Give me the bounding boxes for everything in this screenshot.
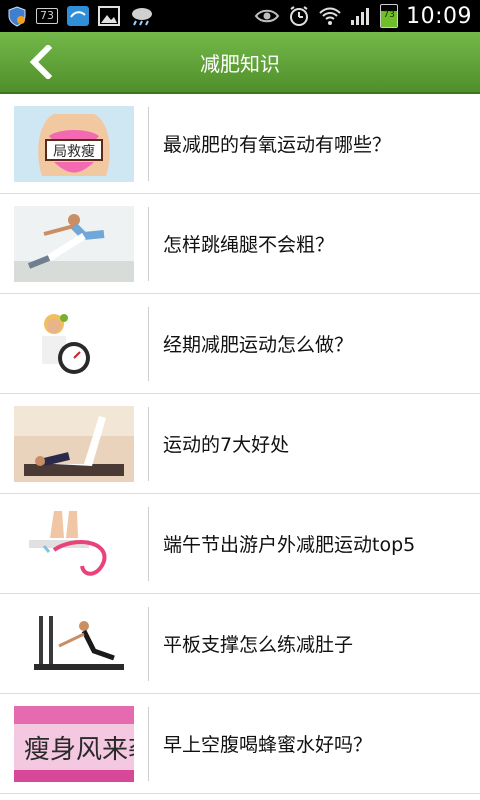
list-item[interactable]: 运动的7大好处 xyxy=(0,394,480,494)
weather-icon xyxy=(128,5,156,27)
item-divider xyxy=(148,306,149,381)
back-button[interactable] xyxy=(20,42,60,82)
eye-icon xyxy=(254,7,280,25)
battery-level: 73 xyxy=(383,10,395,20)
thumbnail-caption: 局救瘦 xyxy=(53,143,95,160)
item-divider xyxy=(148,106,149,181)
list-item-label: 最减肥的有氧运动有哪些？ xyxy=(163,134,392,156)
image-icon xyxy=(98,6,120,26)
thumbnail-image xyxy=(14,505,134,582)
list-item[interactable]: 端午节出游户外减肥运动top5 xyxy=(0,494,480,594)
list-item-label: 平板支撑怎么练减肚子 xyxy=(163,634,354,656)
thumbnail-image xyxy=(14,205,134,282)
list-item-label: 端午节出游户外减肥运动top5 xyxy=(163,534,416,556)
signal-icon xyxy=(350,6,372,26)
shield-icon xyxy=(6,5,28,27)
thumbnail-image xyxy=(14,405,134,482)
chevron-left-icon xyxy=(29,45,52,79)
item-divider xyxy=(148,506,149,581)
status-time: 10:09 xyxy=(406,3,472,29)
wifi-icon xyxy=(318,6,342,26)
article-list: 局救瘦 最减肥的有氧运动有哪些？ 怎样跳绳腿不会粗？ 经期减肥运动怎么做？ 运动… xyxy=(0,94,480,794)
list-item[interactable]: 平板支撑怎么练减肚子 xyxy=(0,594,480,694)
page-title: 减肥知识 xyxy=(200,51,280,76)
messaging-icon xyxy=(66,5,90,27)
list-item[interactable]: 怎样跳绳腿不会粗？ xyxy=(0,194,480,294)
item-divider xyxy=(148,606,149,681)
thumbnail-caption: 瘦身风来袭 xyxy=(24,735,134,765)
list-item-label: 运动的7大好处 xyxy=(163,434,290,456)
list-item-label: 早上空腹喝蜂蜜水好吗？ xyxy=(163,734,373,756)
alarm-icon xyxy=(288,5,310,27)
battery-icon: 73 xyxy=(380,4,399,28)
thumbnail-image xyxy=(14,605,134,682)
status-bar: 73 73 10:09 xyxy=(0,0,480,32)
list-item-label: 怎样跳绳腿不会粗？ xyxy=(163,234,335,256)
list-item[interactable]: 局救瘦 最减肥的有氧运动有哪些？ xyxy=(0,94,480,194)
thumbnail-image xyxy=(14,305,134,382)
item-divider xyxy=(148,406,149,481)
list-item[interactable]: 经期减肥运动怎么做？ xyxy=(0,294,480,394)
item-divider xyxy=(148,706,149,781)
thumbnail-image: 局救瘦 xyxy=(14,105,134,182)
title-bar: 减肥知识 xyxy=(0,32,480,94)
badge-icon: 73 xyxy=(36,8,58,24)
list-item-label: 经期减肥运动怎么做？ xyxy=(163,334,354,356)
thumbnail-image: 瘦身风来袭 xyxy=(14,705,134,782)
item-divider xyxy=(148,206,149,281)
list-item[interactable]: 瘦身风来袭 早上空腹喝蜂蜜水好吗？ xyxy=(0,694,480,794)
